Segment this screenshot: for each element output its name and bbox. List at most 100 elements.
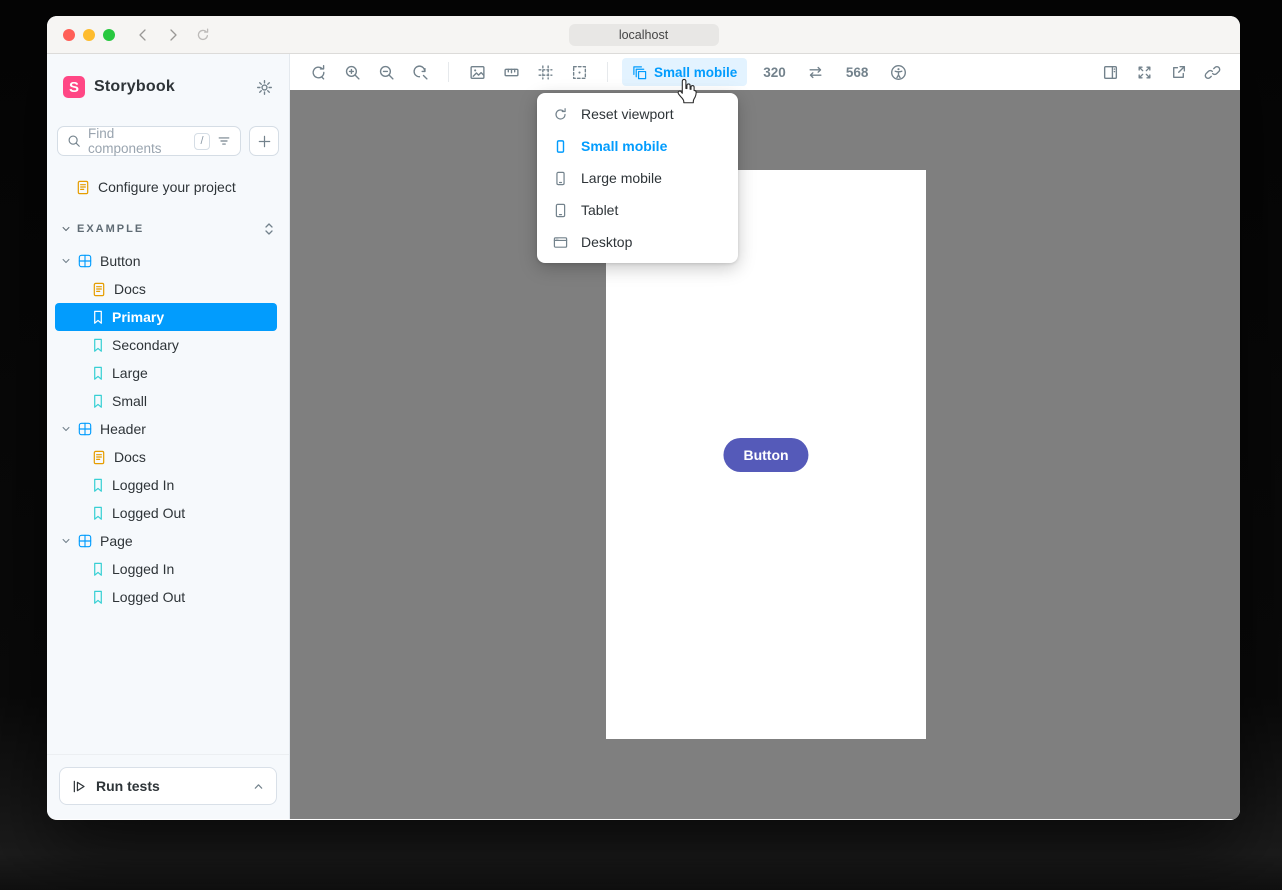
sidebar-story-large[interactable]: Large <box>55 359 277 387</box>
copy-link-button[interactable] <box>1198 59 1226 85</box>
sidebar-story-page-logged-out[interactable]: Logged Out <box>55 583 277 611</box>
component-icon <box>78 254 92 268</box>
menu-item-label: Tablet <box>581 202 618 218</box>
forward-arrow-icon <box>165 27 181 43</box>
phone-large-icon <box>553 171 568 186</box>
outline-button[interactable] <box>565 59 593 85</box>
outline-icon <box>571 64 588 81</box>
menu-item-reset-viewport[interactable]: Reset viewport <box>537 98 738 130</box>
background-icon <box>469 64 486 81</box>
address-bar[interactable]: localhost <box>569 24 719 46</box>
zoom-in-icon <box>344 64 361 81</box>
bookmark-icon <box>92 590 104 605</box>
back-arrow-icon <box>135 27 151 43</box>
open-new-tab-icon <box>1170 64 1187 81</box>
collapse-all-button[interactable] <box>263 222 275 236</box>
back-button[interactable] <box>135 27 151 43</box>
document-icon <box>92 282 106 297</box>
menu-item-label: Desktop <box>581 234 632 250</box>
story-label: Logged Out <box>112 506 185 520</box>
forward-button[interactable] <box>165 27 181 43</box>
browser-titlebar: localhost <box>47 16 1240 54</box>
sidebar-story-secondary[interactable]: Secondary <box>55 331 277 359</box>
story-label: Small <box>112 394 147 408</box>
story-label: Secondary <box>112 338 179 352</box>
item-label: Configure your project <box>98 180 236 194</box>
viewport-selector-button[interactable]: Small mobile <box>622 58 747 86</box>
menu-item-label: Large mobile <box>581 170 662 186</box>
zoom-out-button[interactable] <box>372 59 400 85</box>
document-icon <box>92 450 106 465</box>
run-tests-button[interactable]: Run tests <box>59 767 277 805</box>
component-tree: Button Docs Primary Secondary Large <box>47 247 289 611</box>
zoom-in-button[interactable] <box>338 59 366 85</box>
create-story-button[interactable] <box>249 126 279 156</box>
bookmark-icon <box>92 394 104 409</box>
viewport-width-value[interactable]: 320 <box>753 65 796 80</box>
sidebar-component-button[interactable]: Button <box>55 247 277 275</box>
preview-area: Small mobile 320 568 <box>290 54 1240 819</box>
measure-button[interactable] <box>497 59 525 85</box>
story-primary-button[interactable]: Button <box>723 438 808 472</box>
bookmark-icon <box>92 478 104 493</box>
run-tests-label: Run tests <box>96 778 160 794</box>
menu-item-tablet[interactable]: Tablet <box>537 194 738 226</box>
sidebar-section-example[interactable]: EXAMPLE <box>47 217 289 241</box>
story-label: Logged In <box>112 478 174 492</box>
grid-button[interactable] <box>531 59 559 85</box>
rotate-viewport-button[interactable] <box>802 59 830 85</box>
sidebar-component-page[interactable]: Page <box>55 527 277 555</box>
settings-button[interactable] <box>256 79 273 96</box>
search-input[interactable]: Find components / <box>57 126 241 156</box>
accessibility-button[interactable] <box>884 59 912 85</box>
toolbar-separator <box>448 62 449 82</box>
gear-icon <box>256 79 273 96</box>
chevron-down-icon <box>61 256 71 266</box>
chevron-down-icon <box>61 224 71 234</box>
sidebar-item-configure-project[interactable]: Configure your project <box>55 173 277 201</box>
background-button[interactable] <box>463 59 491 85</box>
minimize-window-button[interactable] <box>83 29 95 41</box>
addons-panel-button[interactable] <box>1096 59 1124 85</box>
zoom-out-icon <box>378 64 395 81</box>
fullscreen-button[interactable] <box>1130 59 1158 85</box>
sidebar-story-primary[interactable]: Primary <box>55 303 277 331</box>
viewport-height-value[interactable]: 568 <box>836 65 879 80</box>
sidebar-doc-header-docs[interactable]: Docs <box>55 443 277 471</box>
bookmark-icon <box>92 366 104 381</box>
expand-tests-button[interactable] <box>253 781 264 792</box>
component-label: Header <box>100 422 146 436</box>
maximize-window-button[interactable] <box>103 29 115 41</box>
phone-small-icon <box>553 139 568 154</box>
sidebar-component-header[interactable]: Header <box>55 415 277 443</box>
close-window-button[interactable] <box>63 29 75 41</box>
menu-item-large-mobile[interactable]: Large mobile <box>537 162 738 194</box>
sidebar-story-header-logged-out[interactable]: Logged Out <box>55 499 277 527</box>
bookmark-icon <box>92 310 104 325</box>
story-label: Logged In <box>112 562 174 576</box>
zoom-reset-button[interactable] <box>406 59 434 85</box>
link-icon <box>1204 64 1221 81</box>
viewport-icon <box>632 65 647 80</box>
sidebar-story-header-logged-in[interactable]: Logged In <box>55 471 277 499</box>
open-new-tab-button[interactable] <box>1164 59 1192 85</box>
sidebar-story-page-logged-in[interactable]: Logged In <box>55 555 277 583</box>
remount-button[interactable] <box>304 59 332 85</box>
menu-item-label: Small mobile <box>581 138 667 154</box>
reload-button[interactable] <box>195 27 211 43</box>
doc-label: Docs <box>114 282 146 296</box>
sidebar-doc-button-docs[interactable]: Docs <box>55 275 277 303</box>
swap-arrows-icon <box>807 64 824 81</box>
sidebar-story-small[interactable]: Small <box>55 387 277 415</box>
story-label: Logged Out <box>112 590 185 604</box>
search-icon <box>67 134 81 148</box>
filter-icon[interactable] <box>217 134 231 148</box>
viewport-selector-label: Small mobile <box>654 65 737 80</box>
zoom-reset-icon <box>412 64 429 81</box>
menu-item-desktop[interactable]: Desktop <box>537 226 738 258</box>
chevron-down-icon <box>61 424 71 434</box>
menu-item-small-mobile[interactable]: Small mobile <box>537 130 738 162</box>
fullscreen-icon <box>1136 64 1153 81</box>
traffic-lights <box>63 29 115 41</box>
tablet-icon <box>553 203 568 218</box>
